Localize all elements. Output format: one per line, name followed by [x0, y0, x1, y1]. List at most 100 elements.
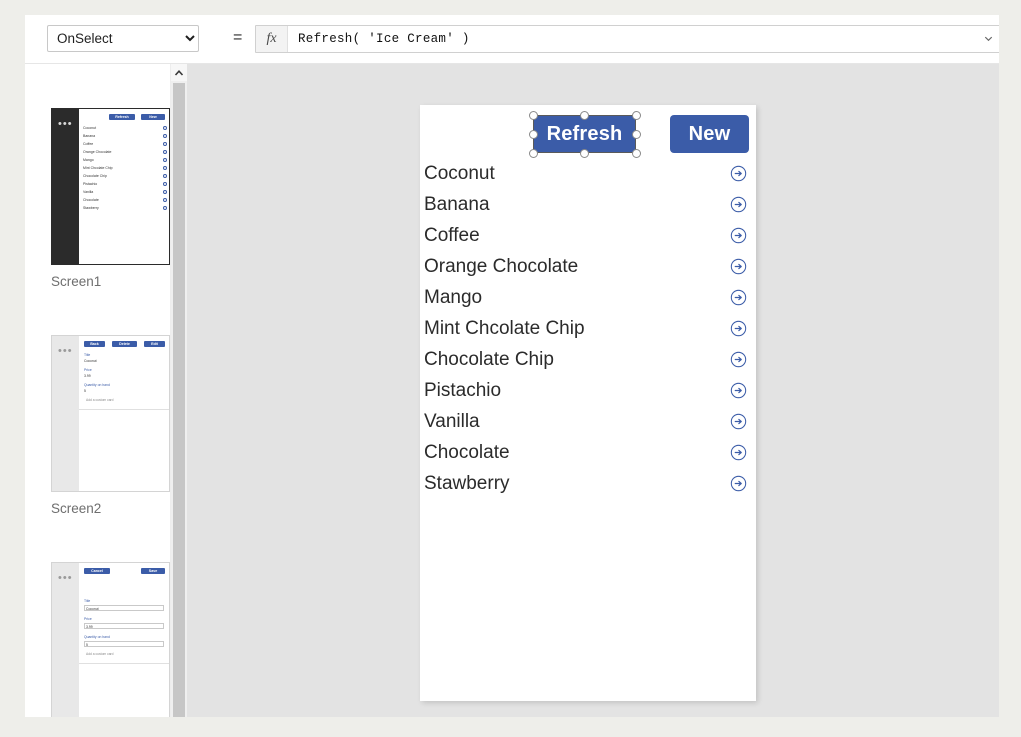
arrow-right-circle-icon: [163, 190, 167, 194]
thumbnail-preview-screen1: Refresh New Coconut Banana Coffee Orange…: [79, 109, 169, 264]
formula-input-wrapper[interactable]: fx Refresh( 'Ice Cream' ): [255, 25, 999, 53]
mini-refresh-button: Refresh: [109, 114, 135, 120]
thumbnail-preview-screen3: Cancel Save Title Coconut Price 3.99 Qua…: [79, 563, 169, 717]
mini-field-label: Price: [84, 617, 92, 621]
arrow-right-circle-icon[interactable]: [730, 165, 747, 182]
thumbnail-card[interactable]: ••• Cancel Save Title Coconut Price 3.99…: [51, 562, 170, 717]
mini-field-label: Quantity on hand: [84, 383, 110, 387]
more-options-icon[interactable]: •••: [58, 119, 73, 130]
mini-divider: [79, 409, 169, 410]
mini-list-item: Mint Chcolate Chip: [83, 166, 113, 170]
mini-list-item: Vanilla: [83, 190, 94, 194]
mini-field-value: Coconut: [84, 359, 97, 363]
chevron-down-icon[interactable]: [983, 33, 994, 44]
mini-field-value: 3.99: [84, 374, 91, 378]
more-options-icon[interactable]: •••: [58, 346, 73, 357]
gallery-item[interactable]: Chocolate Chip: [420, 344, 756, 375]
thumbnail-strip: •••: [52, 563, 79, 717]
gallery-item-label: Mint Chcolate Chip: [424, 317, 585, 339]
resize-handle-e[interactable]: [632, 130, 641, 139]
refresh-button[interactable]: Refresh: [533, 115, 636, 153]
mini-list-item: Coffee: [83, 142, 94, 146]
mini-field-label: Title: [84, 599, 91, 603]
resize-handle-sw[interactable]: [529, 149, 538, 158]
scrollbar-thumb[interactable]: [173, 83, 185, 717]
arrow-right-circle-icon[interactable]: [730, 351, 747, 368]
mini-divider: [79, 663, 169, 664]
gallery-item-label: Mango: [424, 286, 483, 308]
resize-handle-ne[interactable]: [632, 111, 641, 120]
screen-thumbnail-screen1[interactable]: ••• Refresh New Coconut Banana Coffee Or…: [25, 108, 170, 289]
thumbnail-strip: •••: [52, 336, 79, 491]
screen-thumbnail-rail: ••• Refresh New Coconut Banana Coffee Or…: [25, 64, 170, 717]
gallery-item[interactable]: Chocolate: [420, 437, 756, 468]
screen-thumbnail-screen3[interactable]: ••• Cancel Save Title Coconut Price 3.99…: [25, 562, 170, 717]
arrow-right-circle-icon: [163, 182, 167, 186]
thumbnail-card[interactable]: ••• Back Delete Edit Title Coconut Price…: [51, 335, 170, 492]
mini-list-item: Coconut: [83, 126, 97, 130]
mini-field-label: Title: [84, 353, 91, 357]
app-screen-preview: Refresh New Coconut Banana Coffee Orange…: [420, 105, 756, 701]
more-options-icon[interactable]: •••: [58, 573, 73, 584]
arrow-right-circle-icon[interactable]: [730, 382, 747, 399]
app-root: OnSelect = fx Refresh( 'Ice Cream' ) •••: [0, 0, 1021, 737]
resize-handle-n[interactable]: [580, 111, 589, 120]
arrow-right-circle-icon: [163, 198, 167, 202]
screen-label: Screen2: [51, 501, 102, 516]
thumbnail-preview-screen2: Back Delete Edit Title Coconut Price 3.9…: [79, 336, 169, 491]
scroll-up-button[interactable]: [171, 64, 187, 81]
gallery-item[interactable]: Mint Chcolate Chip: [420, 313, 756, 344]
arrow-right-circle-icon: [163, 142, 167, 146]
property-select[interactable]: OnSelect: [47, 25, 199, 52]
mini-list-item: Chocolate Chip: [83, 174, 107, 178]
gallery-item-label: Stawberry: [424, 472, 510, 494]
screen-thumbnail-screen2[interactable]: ••• Back Delete Edit Title Coconut Price…: [25, 335, 170, 516]
mini-add-card-label: Add a custom card: [86, 398, 114, 402]
arrow-right-circle-icon[interactable]: [730, 413, 747, 430]
arrow-right-circle-icon: [163, 158, 167, 162]
mini-save-button: Save: [141, 568, 165, 574]
mini-field-value: 5: [84, 389, 86, 393]
gallery-item-label: Pistachio: [424, 379, 502, 401]
mini-list-item: Mango: [83, 158, 94, 162]
arrow-right-circle-icon: [163, 166, 167, 170]
arrow-right-circle-icon[interactable]: [730, 196, 747, 213]
gallery-item-label: Vanilla: [424, 410, 480, 432]
arrow-right-circle-icon: [163, 206, 167, 210]
gallery-item[interactable]: Orange Chocolate: [420, 251, 756, 282]
mini-new-button: New: [141, 114, 165, 120]
resize-handle-w[interactable]: [529, 130, 538, 139]
gallery-item[interactable]: Pistachio: [420, 375, 756, 406]
gallery-item[interactable]: Vanilla: [420, 406, 756, 437]
resize-handle-nw[interactable]: [529, 111, 538, 120]
studio-body: ••• Refresh New Coconut Banana Coffee Or…: [25, 64, 999, 717]
resize-handle-se[interactable]: [632, 149, 641, 158]
gallery-item[interactable]: Coconut: [420, 158, 756, 189]
arrow-right-circle-icon[interactable]: [730, 258, 747, 275]
resize-handle-s[interactable]: [580, 149, 589, 158]
gallery-item-label: Chocolate: [424, 441, 510, 463]
arrow-right-circle-icon[interactable]: [730, 289, 747, 306]
powerapps-studio-window: OnSelect = fx Refresh( 'Ice Cream' ) •••: [25, 15, 999, 717]
formula-text[interactable]: Refresh( 'Ice Cream' ): [298, 26, 470, 52]
arrow-right-circle-icon[interactable]: [730, 444, 747, 461]
arrow-right-circle-icon[interactable]: [730, 227, 747, 244]
new-button[interactable]: New: [670, 115, 749, 153]
gallery-item[interactable]: Coffee: [420, 220, 756, 251]
screen-label: Screen1: [51, 274, 102, 289]
arrow-right-circle-icon: [163, 126, 167, 130]
mini-field-input: Coconut: [84, 605, 164, 611]
rail-scrollbar[interactable]: [170, 64, 187, 717]
gallery-item[interactable]: Stawberry: [420, 468, 756, 499]
formula-bar: OnSelect = fx Refresh( 'Ice Cream' ): [25, 15, 999, 64]
arrow-right-circle-icon[interactable]: [730, 475, 747, 492]
thumbnail-card[interactable]: ••• Refresh New Coconut Banana Coffee Or…: [51, 108, 170, 265]
mini-list-item: Stawberry: [83, 206, 99, 210]
mini-cancel-button: Cancel: [84, 568, 110, 574]
gallery-item-label: Orange Chocolate: [424, 255, 579, 277]
arrow-right-circle-icon[interactable]: [730, 320, 747, 337]
gallery-item[interactable]: Mango: [420, 282, 756, 313]
arrow-right-circle-icon: [163, 134, 167, 138]
thumbnail-strip: •••: [52, 109, 79, 264]
gallery-item[interactable]: Banana: [420, 189, 756, 220]
